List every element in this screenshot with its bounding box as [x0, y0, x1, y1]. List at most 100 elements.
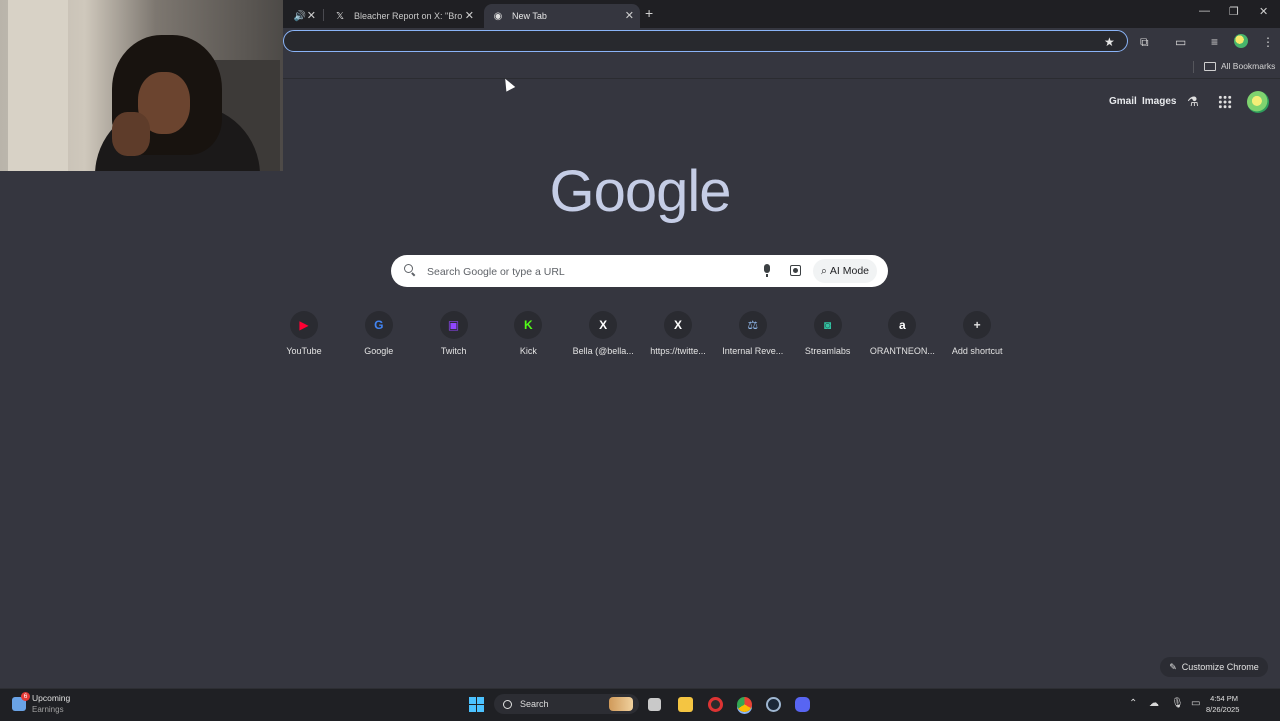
- shortcut-label: Streamlabs: [804, 346, 851, 356]
- shortcut-tile[interactable]: a ORANTNEON...: [865, 311, 939, 371]
- shortcut-tile[interactable]: X Bella (@bella...: [566, 311, 640, 371]
- folder-icon: [1204, 61, 1216, 71]
- streamlabs-icon: ◙: [813, 311, 842, 339]
- webcam-person: [112, 112, 150, 156]
- profile-avatar[interactable]: [1234, 34, 1248, 48]
- widgets-icon: 6: [12, 692, 30, 711]
- labs-flask-icon[interactable]: ⚗: [1187, 94, 1199, 110]
- microphone-icon[interactable]: [764, 264, 770, 277]
- microphone-tray-icon[interactable]: 🎙: [1171, 698, 1184, 709]
- ai-mode-label: AI Mode: [829, 265, 869, 277]
- shortcut-label: https://twitte...: [650, 346, 706, 356]
- google-lens-icon[interactable]: [790, 265, 801, 276]
- tab-audio[interactable]: 🔊 ✕: [286, 4, 322, 28]
- google-logo: Google: [549, 159, 731, 224]
- shortcut-tile[interactable]: K Kick: [491, 311, 565, 371]
- widget-subtitle: Earnings: [32, 705, 64, 714]
- clock-date: 8/26/2025: [1206, 705, 1240, 714]
- bookmark-star-icon[interactable]: ★: [1104, 35, 1115, 49]
- search-icon: [503, 699, 512, 709]
- account-avatar[interactable]: [1247, 91, 1269, 113]
- tab-separator: [323, 9, 324, 21]
- speaker-icon[interactable]: 🔊: [294, 10, 306, 22]
- onedrive-icon[interactable]: ☁: [1149, 698, 1159, 709]
- twitch-icon: ▣: [439, 311, 468, 339]
- shortcut-label: Add shortcut: [951, 346, 1003, 356]
- widgets-button[interactable]: 6 Upcoming Earnings: [12, 692, 71, 715]
- close-window-icon[interactable]: ✕: [1259, 5, 1268, 18]
- gmail-link[interactable]: Gmail: [1109, 96, 1137, 107]
- file-explorer-black-icon[interactable]: [648, 698, 661, 711]
- shortcut-tile[interactable]: ◙ Streamlabs: [791, 311, 865, 371]
- shortcut-label: YouTube: [286, 346, 322, 356]
- chevron-up-icon[interactable]: ⌃: [1129, 698, 1137, 709]
- customize-label: Customize Chrome: [1181, 662, 1259, 672]
- search-icon: [404, 264, 416, 277]
- tab-title: New Tab: [512, 11, 547, 21]
- ai-mode-button[interactable]: ⌕ AI Mode: [813, 259, 877, 283]
- x-logo-icon: X: [664, 311, 692, 339]
- x-logo-icon: 𝕏: [335, 10, 345, 22]
- irs-icon: ⚖: [738, 311, 767, 339]
- media-controls-icon[interactable]: ≡: [1211, 35, 1218, 49]
- tab-new-tab[interactable]: ◉ New Tab ✕: [484, 4, 640, 28]
- customize-chrome-button[interactable]: ✎ Customize Chrome: [1160, 657, 1268, 677]
- shortcut-tile[interactable]: G Google: [342, 311, 416, 371]
- windows-start-icon[interactable]: [469, 697, 484, 712]
- images-link[interactable]: Images: [1142, 96, 1176, 107]
- notification-badge: 6: [21, 692, 30, 701]
- steam-icon[interactable]: [766, 697, 781, 712]
- kick-icon: K: [514, 311, 543, 339]
- google-apps-icon[interactable]: [1218, 95, 1232, 109]
- shortcut-label: Bella (@bella...: [572, 346, 634, 356]
- shortcut-tile[interactable]: + Add shortcut: [940, 311, 1014, 371]
- google-icon: G: [364, 311, 393, 339]
- tab-title: Bleacher Report on X: "Browns: [354, 11, 462, 21]
- plus-icon: +: [963, 311, 992, 339]
- new-tab-button[interactable]: +: [645, 5, 653, 21]
- close-tab-icon[interactable]: ✕: [625, 9, 634, 22]
- shortcut-tile[interactable]: Xhttps://twitte...: [641, 311, 715, 371]
- all-bookmarks-label: All Bookmarks: [1221, 61, 1276, 71]
- shortcut-label: Internal Reve...: [722, 346, 784, 356]
- webcam-background: [8, 0, 68, 171]
- system-clock[interactable]: 4:54 PM 8/26/2025: [1206, 693, 1240, 715]
- cast-icon[interactable]: ▭: [1175, 35, 1186, 49]
- chrome-taskbar-icon[interactable]: [737, 697, 752, 712]
- tab-bleacher-report[interactable]: 𝕏 Bleacher Report on X: "Browns ✕: [326, 4, 480, 28]
- folder-icon[interactable]: [678, 697, 693, 712]
- search-box[interactable]: ⌕ AI Mode: [391, 255, 888, 287]
- clock-time: 4:54 PM: [1210, 694, 1238, 703]
- search-input[interactable]: [425, 261, 749, 283]
- extensions-icon[interactable]: ⧉: [1140, 35, 1149, 50]
- network-icon[interactable]: ▭: [1191, 698, 1200, 709]
- discord-icon[interactable]: [795, 697, 810, 712]
- chrome-icon: ◉: [493, 10, 503, 22]
- sparkle-search-icon: ⌕: [821, 264, 827, 277]
- all-bookmarks-button[interactable]: All Bookmarks: [1204, 61, 1275, 71]
- windows-taskbar: 6 Upcoming Earnings: [0, 688, 1280, 721]
- shortcut-label: ORANTNEON...: [869, 346, 935, 356]
- close-tab-icon[interactable]: ✕: [307, 9, 316, 22]
- shortcut-tile[interactable]: ⚖ Internal Reve...: [716, 311, 790, 371]
- address-input[interactable]: [284, 31, 1127, 51]
- webcam-overlay: [0, 0, 283, 171]
- menu-icon[interactable]: ⋮: [1262, 35, 1274, 49]
- taskbar-search[interactable]: Search: [494, 694, 639, 714]
- address-bar[interactable]: [283, 30, 1128, 52]
- minimize-icon[interactable]: —: [1199, 5, 1210, 17]
- pencil-icon: ✎: [1169, 661, 1177, 672]
- amazon-icon: a: [888, 311, 917, 339]
- widget-title: Upcoming: [32, 693, 71, 703]
- close-tab-icon[interactable]: ✕: [465, 9, 474, 22]
- shortcut-label: Kick: [519, 346, 537, 356]
- x-logo-icon: X: [589, 311, 618, 339]
- shortcut-label: Google: [364, 346, 394, 356]
- obs-icon[interactable]: [708, 697, 723, 712]
- search-highlight-image: [609, 697, 633, 711]
- restore-icon[interactable]: ❐: [1229, 5, 1239, 18]
- shortcut-tile[interactable]: ▶ YouTube: [267, 311, 341, 371]
- taskbar-search-label: Search: [520, 699, 549, 709]
- shortcut-tile[interactable]: ▣ Twitch: [417, 311, 491, 371]
- bookmarks-divider: [1193, 61, 1194, 73]
